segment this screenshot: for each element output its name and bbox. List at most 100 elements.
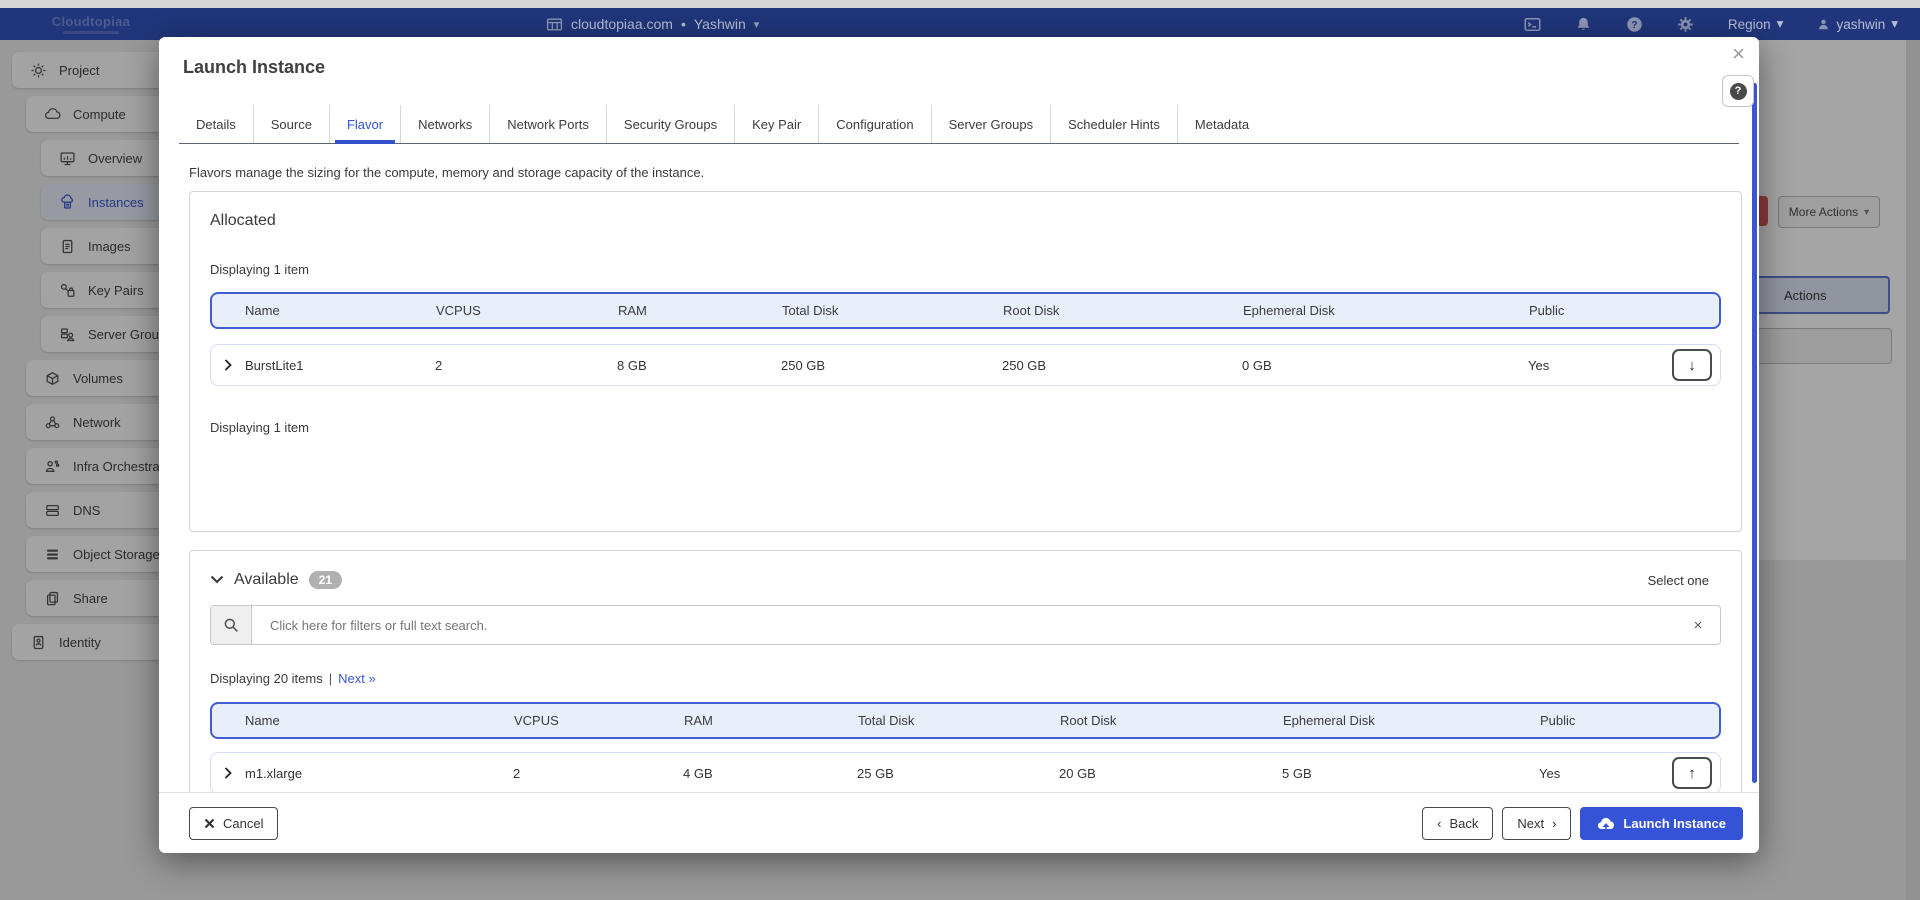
next-chevron-icon: › bbox=[1552, 816, 1556, 831]
available-header: Available 21 Select one bbox=[210, 571, 1721, 589]
region-label: Region bbox=[1728, 17, 1771, 32]
back-button[interactable]: ‹ Back bbox=[1422, 807, 1493, 840]
flavor-ephemeral-disk: 5 GB bbox=[1282, 766, 1539, 781]
modal-help-button[interactable]: ? bbox=[1722, 75, 1754, 107]
col-root-disk: Root Disk bbox=[1060, 713, 1283, 728]
back-label: Back bbox=[1449, 816, 1478, 831]
col-name: Name bbox=[212, 303, 436, 318]
col-public: Public bbox=[1529, 303, 1655, 318]
allocated-count-bottom: Displaying 1 item bbox=[210, 420, 1721, 435]
allocated-table-header: Name VCPUS RAM Total Disk Root Disk Ephe… bbox=[210, 292, 1721, 329]
launch-instance-button[interactable]: Launch Instance bbox=[1580, 807, 1743, 840]
region-dropdown[interactable]: Region ▾ bbox=[1728, 16, 1784, 32]
topbar-right-controls: ? Region ▾ yashwin ▾ bbox=[1524, 16, 1920, 33]
tab-details[interactable]: Details bbox=[179, 105, 254, 143]
modal-scrollbar-thumb[interactable] bbox=[1752, 83, 1757, 783]
user-menu[interactable]: yashwin ▾ bbox=[1817, 16, 1898, 32]
allocated-flavor-row[interactable]: BurstLite1 2 8 GB 250 GB 250 GB 0 GB Yes… bbox=[210, 344, 1721, 386]
allocate-arrow-up-button[interactable]: ↑ bbox=[1672, 757, 1712, 789]
search-input[interactable] bbox=[252, 606, 1676, 644]
brand-tagline bbox=[63, 31, 119, 34]
tab-metadata[interactable]: Metadata bbox=[1178, 105, 1266, 143]
tab-flavor[interactable]: Flavor bbox=[330, 105, 401, 143]
tab-source[interactable]: Source bbox=[254, 105, 330, 143]
chevron-down-icon: ▾ bbox=[1777, 16, 1784, 32]
col-vcpus: VCPUS bbox=[514, 713, 684, 728]
available-table-header: Name VCPUS RAM Total Disk Root Disk Ephe… bbox=[210, 702, 1721, 739]
context-project: Yashwin bbox=[694, 16, 746, 32]
svg-text:?: ? bbox=[1631, 19, 1637, 30]
available-count-badge: 21 bbox=[309, 571, 342, 589]
col-ram: RAM bbox=[618, 303, 782, 318]
modal-body: Flavors manage the sizing for the comput… bbox=[159, 143, 1759, 792]
flavor-total-disk: 250 GB bbox=[781, 358, 1002, 373]
flavor-total-disk: 25 GB bbox=[857, 766, 1059, 781]
next-button[interactable]: Next › bbox=[1502, 807, 1571, 840]
chevron-right-icon[interactable] bbox=[224, 359, 233, 371]
screen: Cloudtopiaa cloudtopiaa.com • Yashwin ▾ … bbox=[0, 0, 1920, 900]
launch-label: Launch Instance bbox=[1623, 816, 1726, 831]
tab-network-ports[interactable]: Network Ports bbox=[490, 105, 607, 143]
cloud-upload-icon bbox=[1597, 816, 1615, 830]
flavor-public: Yes bbox=[1539, 766, 1656, 781]
available-count-line: Displaying 20 items | Next » bbox=[210, 671, 1721, 686]
flavor-name: BurstLite1 bbox=[245, 358, 304, 373]
tab-security-groups[interactable]: Security Groups bbox=[607, 105, 735, 143]
search-icon[interactable] bbox=[211, 606, 252, 644]
help-icon[interactable]: ? bbox=[1626, 16, 1643, 33]
tab-configuration[interactable]: Configuration bbox=[819, 105, 931, 143]
cancel-label: Cancel bbox=[223, 816, 263, 831]
flavor-public: Yes bbox=[1528, 358, 1656, 373]
window-chrome-strip bbox=[0, 0, 1920, 8]
flavor-ephemeral-disk: 0 GB bbox=[1242, 358, 1528, 373]
notifications-bell-icon[interactable] bbox=[1575, 16, 1592, 33]
clear-search-icon[interactable]: × bbox=[1676, 606, 1720, 644]
brand-logo[interactable]: Cloudtopiaa bbox=[36, 14, 146, 34]
flavor-ram: 8 GB bbox=[617, 358, 781, 373]
close-icon[interactable]: × bbox=[1732, 43, 1745, 65]
available-section: Available 21 Select one × Displaying 20 … bbox=[189, 550, 1742, 792]
chevron-down-icon: ▾ bbox=[754, 18, 760, 31]
brand-logo-text: Cloudtopiaa bbox=[36, 14, 146, 29]
modal-footer: Cancel ‹ Back Next › Launch Instance bbox=[159, 792, 1759, 853]
available-flavor-row[interactable]: m1.xlarge 2 4 GB 25 GB 20 GB 5 GB Yes ↑ bbox=[210, 752, 1721, 792]
separator: | bbox=[329, 671, 332, 686]
flavor-root-disk: 250 GB bbox=[1002, 358, 1242, 373]
tab-networks[interactable]: Networks bbox=[401, 105, 490, 143]
context-domain: cloudtopiaa.com bbox=[571, 16, 673, 32]
console-icon[interactable] bbox=[1524, 16, 1541, 33]
tab-key-pair[interactable]: Key Pair bbox=[735, 105, 819, 143]
chevron-down-icon: ▾ bbox=[1891, 16, 1898, 32]
col-root-disk: Root Disk bbox=[1003, 303, 1243, 318]
next-page-link[interactable]: Next » bbox=[338, 671, 376, 686]
col-public: Public bbox=[1540, 713, 1655, 728]
topbar: Cloudtopiaa cloudtopiaa.com • Yashwin ▾ … bbox=[0, 8, 1920, 40]
launch-instance-modal: Launch Instance × ? Details Source Flavo… bbox=[159, 37, 1759, 853]
flavor-name: m1.xlarge bbox=[245, 766, 302, 781]
modal-header: Launch Instance × bbox=[159, 37, 1759, 105]
collapse-chevron-icon[interactable] bbox=[210, 575, 224, 585]
flavor-ram: 4 GB bbox=[683, 766, 857, 781]
project-context-switcher[interactable]: cloudtopiaa.com • Yashwin ▾ bbox=[546, 16, 759, 33]
flavor-vcpus: 2 bbox=[435, 358, 617, 373]
col-name: Name bbox=[212, 713, 514, 728]
flavor-search-bar: × bbox=[210, 605, 1721, 645]
col-total-disk: Total Disk bbox=[858, 713, 1060, 728]
allocated-count-top: Displaying 1 item bbox=[210, 262, 1721, 277]
username-label: yashwin bbox=[1836, 17, 1885, 32]
settings-gear-icon[interactable] bbox=[1677, 16, 1694, 33]
available-count-text: Displaying 20 items bbox=[210, 671, 323, 686]
allocated-section: Allocated Displaying 1 item Name VCPUS R… bbox=[189, 191, 1742, 532]
modal-tabs: Details Source Flavor Networks Network P… bbox=[179, 105, 1739, 144]
tab-server-groups[interactable]: Server Groups bbox=[932, 105, 1052, 143]
col-ram: RAM bbox=[684, 713, 858, 728]
footer-right-buttons: ‹ Back Next › Launch Instance bbox=[1422, 807, 1743, 840]
cancel-button[interactable]: Cancel bbox=[189, 807, 278, 840]
flavor-description: Flavors manage the sizing for the comput… bbox=[189, 165, 1742, 180]
deallocate-arrow-down-button[interactable]: ↓ bbox=[1672, 349, 1712, 381]
modal-title: Launch Instance bbox=[183, 57, 1735, 78]
col-ephemeral-disk: Ephemeral Disk bbox=[1243, 303, 1529, 318]
x-icon bbox=[204, 818, 215, 829]
chevron-right-icon[interactable] bbox=[224, 767, 233, 779]
tab-scheduler-hints[interactable]: Scheduler Hints bbox=[1051, 105, 1178, 143]
